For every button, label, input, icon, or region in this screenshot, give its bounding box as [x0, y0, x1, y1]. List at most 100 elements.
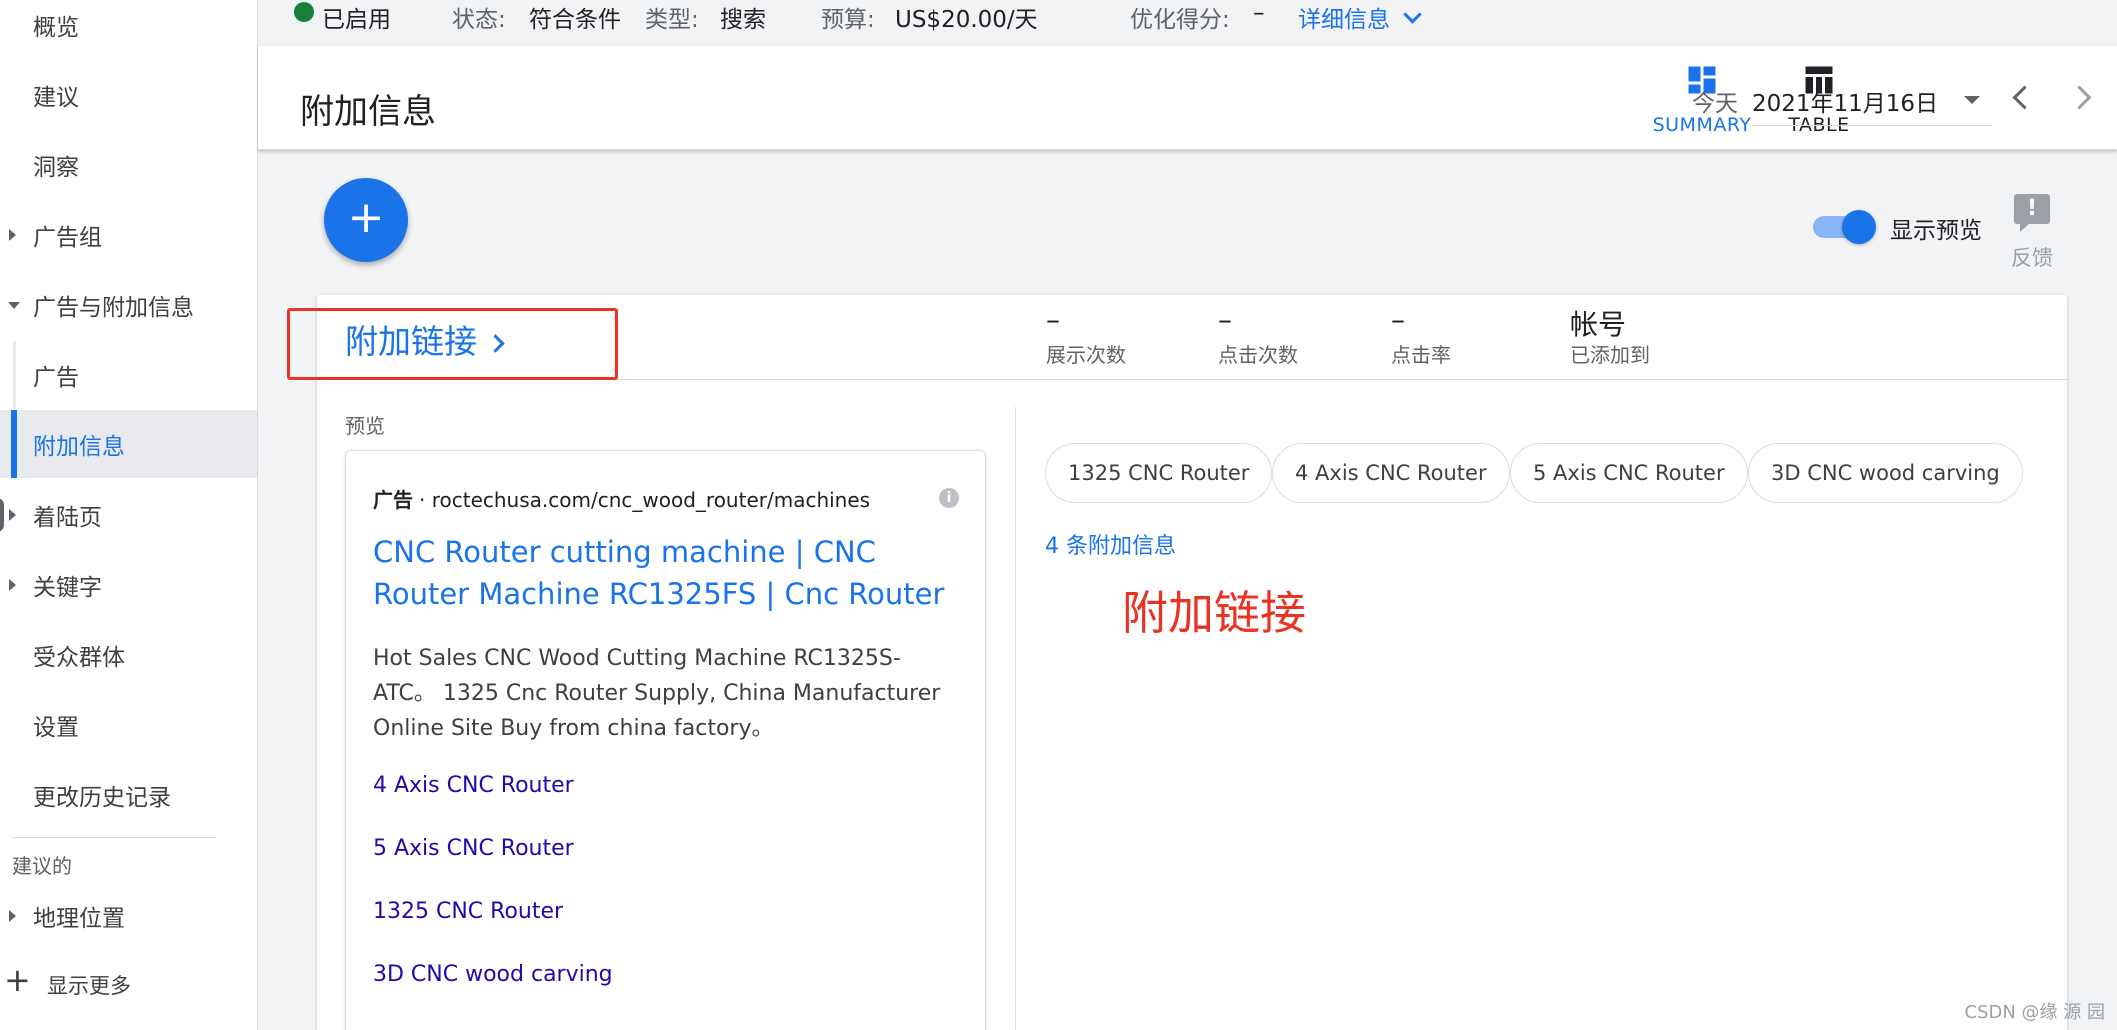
type-value: 搜索 — [720, 7, 766, 33]
chevron-down-icon — [1403, 5, 1422, 24]
details-link[interactable]: 详细信息 — [1298, 0, 1422, 34]
sidebar-item-label: 概览 — [33, 15, 79, 41]
plus-icon: + — [347, 192, 385, 243]
budget-key: 预算: — [821, 7, 875, 33]
annotation-text: 附加链接 — [1122, 586, 1306, 640]
show-preview-label: 显示预览 — [1890, 218, 1982, 244]
sidebar-item-label: 建议 — [33, 85, 79, 111]
metric-clicks: – 点击次数 — [1218, 303, 1298, 368]
sidebar-item-keywords[interactable]: 关键字 — [0, 551, 257, 619]
status-key: 状态: — [452, 7, 506, 33]
sidebar-item-label: 洞察 — [33, 155, 79, 181]
sidebar-item-label: 着陆页 — [33, 505, 102, 531]
card-title: 附加链接 — [345, 322, 477, 361]
budget-value: US$20.00/天 — [895, 7, 1038, 33]
date-range-select[interactable]: 2021年11月16日 — [1752, 74, 1992, 126]
sidebar-item-label: 地理位置 — [33, 906, 125, 932]
previous-date-button[interactable] — [2010, 86, 2032, 108]
sidebar-item-ads[interactable]: 广告 — [0, 341, 257, 409]
ad-sitelink[interactable]: 5 Axis CNC Router — [373, 836, 574, 861]
sidebar-item-extensions[interactable]: 附加信息 — [0, 410, 257, 478]
metric-label: 展示次数 — [1046, 343, 1126, 367]
sidebar-item-ad-groups[interactable]: 广告组 — [0, 201, 257, 269]
ad-description: Hot Sales CNC Wood Cutting Machine RC132… — [373, 646, 941, 741]
metric-ctr: – 点击率 — [1391, 303, 1451, 368]
metric-impressions: – 展示次数 — [1046, 303, 1126, 368]
feedback-button[interactable]: ! 反馈 — [2000, 190, 2064, 270]
metric-label: 点击次数 — [1218, 343, 1298, 367]
ad-preview: 广告 · roctechusa.com/cnc_wood_router/machi… — [345, 450, 986, 1030]
enabled-status-icon — [294, 2, 314, 22]
sidebar-item-overview[interactable]: 概览 — [0, 0, 257, 59]
info-icon[interactable]: i — [939, 488, 959, 508]
metric-added-to: 帐号 已添加到 — [1570, 303, 1650, 368]
sidebar-divider — [12, 837, 216, 838]
sitelink-chip[interactable]: 4 Axis CNC Router — [1272, 443, 1510, 503]
type-key: 类型: — [645, 7, 699, 33]
chevron-right-icon — [486, 334, 505, 353]
sidebar-item-insights[interactable]: 洞察 — [0, 131, 257, 199]
sitelink-chip[interactable]: 1325 CNC Router — [1045, 443, 1273, 503]
caret-right-icon — [9, 579, 16, 591]
ad-sitelink[interactable]: 3D CNC wood carving — [373, 962, 613, 987]
date-value: 2021年11月16日 — [1752, 91, 1939, 117]
sidebar-section-suggested: 建议的 — [12, 854, 72, 878]
sitelink-chip[interactable]: 5 Axis CNC Router — [1510, 443, 1748, 503]
feedback-label: 反馈 — [2011, 246, 2053, 270]
card-header: 附加链接 – 展示次数 – 点击次数 – 点击率 帐号 已添加到 — [287, 295, 2067, 380]
caret-down-icon — [8, 301, 20, 309]
show-more-label: 显示更多 — [47, 974, 131, 998]
vertical-divider — [1015, 407, 1016, 1030]
page-header: 附加信息 SUMMARY TABLE 今天 2021年11月16日 — [258, 46, 2117, 150]
sitelink-chip[interactable]: 3D CNC wood carving — [1748, 443, 2023, 503]
sidebar-item-label: 广告组 — [33, 225, 102, 251]
dropdown-arrow-icon — [1964, 96, 1980, 104]
sidebar-item-recommendations[interactable]: 建议 — [0, 61, 257, 129]
status-value: 符合条件 — [529, 7, 621, 33]
optimization-score-value: – — [1253, 0, 1265, 26]
ad-display-url: · roctechusa.com/cnc_wood_router/machine… — [419, 488, 871, 512]
preview-label: 预览 — [345, 414, 385, 438]
metric-label: 点击率 — [1391, 343, 1451, 367]
ad-headline[interactable]: CNC Router cutting machine | CNC Router … — [373, 531, 973, 615]
ad-sitelink[interactable]: 4 Axis CNC Router — [373, 773, 574, 798]
plus-icon: + — [4, 961, 31, 999]
sidebar-item-label: 关键字 — [33, 575, 102, 601]
metric-value: 帐号 — [1570, 308, 1627, 341]
toggle-knob — [1842, 210, 1876, 244]
details-label: 详细信息 — [1298, 7, 1390, 33]
sidebar-item-locations[interactable]: 地理位置 — [0, 882, 257, 950]
ad-sitelink[interactable]: 1325 CNC Router — [373, 899, 563, 924]
show-preview-toggle[interactable] — [1813, 210, 1877, 244]
watermark: CSDN @缘 源 园 — [1964, 1002, 2105, 1023]
sidebar-item-ads-extensions[interactable]: 广告与附加信息 — [0, 271, 257, 339]
page-title: 附加信息 — [300, 92, 436, 132]
today-label: 今天 — [1692, 91, 1738, 117]
enabled-status-text: 已启用 — [322, 7, 391, 33]
sidebar-item-settings[interactable]: 设置 — [0, 691, 257, 759]
sidebar-item-label: 广告 — [33, 365, 79, 391]
metric-label: 已添加到 — [1570, 343, 1650, 367]
sitelinks-title-link[interactable]: 附加链接 — [345, 315, 505, 363]
sitelink-extensions-card: 附加链接 – 展示次数 – 点击次数 – 点击率 帐号 已添加到 预览 广告 · … — [287, 295, 2067, 1030]
sidebar-item-audiences[interactable]: 受众群体 — [0, 621, 257, 689]
sidebar-item-change-history[interactable]: 更改历史记录 — [0, 761, 257, 829]
extension-count-link[interactable]: 4 条附加信息 — [1045, 528, 1176, 560]
caret-right-icon — [9, 509, 16, 521]
optimization-score-key: 优化得分: — [1130, 7, 1230, 33]
metric-value: – — [1391, 303, 1405, 336]
caret-right-icon — [9, 229, 16, 241]
sidebar-item-label: 受众群体 — [33, 645, 125, 671]
metric-value: – — [1218, 303, 1232, 336]
sidebar-item-label: 更改历史记录 — [33, 785, 171, 811]
next-date-button[interactable] — [2071, 86, 2093, 108]
metric-value: – — [1046, 303, 1060, 336]
sidebar-item-label: 设置 — [33, 715, 79, 741]
add-extension-button[interactable]: + — [324, 178, 408, 262]
ad-display-line: 广告 · roctechusa.com/cnc_wood_router/machi… — [373, 484, 870, 513]
sidebar-item-label: 广告与附加信息 — [33, 295, 194, 321]
ad-badge: 广告 — [373, 488, 413, 512]
sidebar-item-landing-pages[interactable]: 着陆页 — [0, 481, 257, 549]
campaign-status-bar: 已启用 状态: 符合条件 类型: 搜索 预算: US$20.00/天 优化得分:… — [258, 0, 2117, 46]
collapse-handle[interactable] — [0, 498, 4, 532]
